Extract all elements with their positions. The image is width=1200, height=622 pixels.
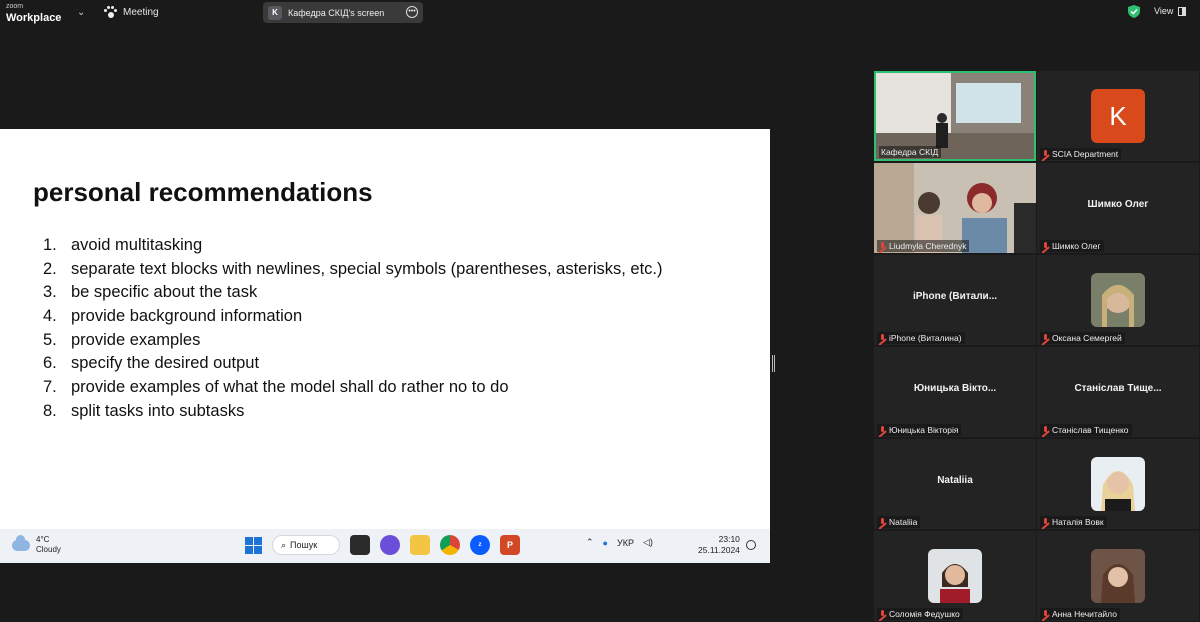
speaker-icon[interactable]: ◁) [643, 537, 653, 548]
mic-muted-icon [1042, 149, 1049, 159]
mic-muted-icon [879, 241, 886, 251]
participant-tile[interactable]: Станіслав Тище... Станіслав Тищенко [1037, 347, 1199, 437]
zoom-workplace-logo[interactable]: zoom Workplace [6, 2, 62, 24]
mic-muted-icon [1042, 609, 1049, 619]
participant-name-label: Наталія Вовк [1040, 516, 1107, 528]
participant-name-label: Шимко Олег [1040, 240, 1104, 252]
windows-start-icon[interactable] [245, 536, 262, 554]
list-item: 3. be specific about the task [43, 283, 258, 302]
participant-name-label: Кафедра СКІД [879, 146, 942, 158]
participant-tile[interactable]: Юницька Вікто... Юницька Вікторія [874, 347, 1036, 437]
meeting-label: Meeting [123, 7, 159, 18]
slide-title: personal recommendations [33, 177, 373, 207]
participant-display-name: Станіслав Тище... [1074, 383, 1162, 394]
mic-muted-icon [879, 517, 886, 527]
cloud-icon [12, 534, 30, 551]
clock[interactable]: 23:10 25.11.2024 [698, 534, 740, 556]
mic-muted-icon [879, 425, 886, 435]
participant-name-label: Оксана Семергей [1040, 332, 1125, 344]
list-item: 7. provide examples of what the model sha… [43, 378, 509, 397]
taskbar-apps: ⌕ Пошук z P [245, 535, 520, 555]
weather-widget[interactable]: 4°C Cloudy [12, 534, 61, 555]
participant-display-name: Шимко Олег [1087, 199, 1149, 210]
participant-tile[interactable]: Liudmyla Cherednyk [874, 163, 1036, 253]
time: 23:10 [718, 534, 740, 544]
file-explorer-icon[interactable] [410, 535, 430, 555]
search-icon: ⌕ [281, 539, 287, 550]
list-item: 5. provide examples [43, 330, 201, 349]
view-button[interactable]: View [1154, 6, 1187, 16]
participant-display-name: Юницька Вікто... [913, 383, 997, 394]
mic-muted-icon [1042, 241, 1049, 251]
zoom-icon[interactable]: z [470, 535, 490, 555]
avatar [1091, 457, 1145, 511]
avatar: K [1091, 89, 1145, 143]
mic-muted-icon [879, 333, 886, 343]
layout-icon [1178, 6, 1187, 16]
list-item: 2. separate text blocks with newlines, sp… [43, 259, 663, 278]
list-item: 1. avoid multitasking [43, 236, 203, 254]
participant-tile[interactable]: Анна Нечитайло [1037, 531, 1199, 621]
participant-name-label: Nataliia [877, 516, 921, 528]
notification-icon[interactable] [746, 540, 756, 550]
search-label: Пошук [290, 540, 318, 550]
chrome-icon[interactable] [440, 535, 460, 555]
list-item: 6. specify the desired output [43, 354, 260, 373]
meeting-info-button[interactable]: Meeting [104, 6, 159, 19]
list-item: 4. provide background information [43, 307, 303, 326]
chevron-down-icon[interactable]: ⌄ [77, 7, 85, 18]
participant-tile[interactable]: Кафедра СКІД [874, 71, 1036, 161]
share-avatar: K [268, 5, 282, 20]
mic-muted-icon [1042, 425, 1049, 435]
mic-muted-icon [1042, 517, 1049, 527]
participant-tile[interactable]: Шимко Олег Шимко Олег [1037, 163, 1199, 253]
more-options-icon[interactable]: ••• [406, 6, 418, 18]
panel-resize-handle[interactable] [772, 355, 775, 372]
weather-condition: Cloudy [36, 545, 61, 554]
date: 25.11.2024 [698, 545, 740, 555]
participant-name-label: Liudmyla Cherednyk [877, 240, 970, 252]
participant-tile[interactable]: K SCIA Department [1037, 71, 1199, 161]
temperature: 4°C [36, 535, 50, 544]
brand-big: Workplace [6, 12, 62, 24]
system-tray: ⌃ ● УКР ◁) [586, 537, 653, 548]
view-label: View [1154, 6, 1174, 16]
chevron-up-icon[interactable]: ⌃ [586, 537, 594, 548]
taskbar-search[interactable]: ⌕ Пошук [272, 535, 340, 555]
participant-display-name: iPhone (Витали... [912, 291, 998, 302]
brand-small: zoom [6, 3, 24, 10]
participant-tile[interactable]: Nataliia Nataliia [874, 439, 1036, 529]
mic-muted-icon [879, 609, 886, 619]
shield-check-icon[interactable] [1128, 5, 1140, 18]
language-indicator[interactable]: УКР [617, 538, 634, 548]
participant-tile[interactable]: Соломія Федушко [874, 531, 1036, 621]
participant-display-name: Nataliia [937, 475, 973, 486]
chat-icon[interactable] [380, 535, 400, 555]
task-view-icon[interactable] [350, 535, 370, 555]
participant-name-label: Анна Нечитайло [1040, 608, 1120, 620]
participant-name-label: Соломія Федушко [877, 608, 963, 620]
share-label: Кафедра СКІД's screen [288, 7, 385, 18]
shared-taskbar: 4°C Cloudy ⌕ Пошук z P ⌃ ● УКР ◁) 23:10 … [0, 529, 770, 563]
recommendations-list: 1. avoid multitasking 2. separate text blo… [33, 236, 663, 426]
microphone-icon[interactable]: ● [603, 538, 608, 548]
participant-name-label: iPhone (Виталина) [877, 332, 965, 344]
participant-name-label: Юницька Вікторія [877, 424, 962, 436]
participant-tile[interactable]: iPhone (Витали... iPhone (Виталина) [874, 255, 1036, 345]
list-item: 8. split tasks into subtasks [43, 401, 245, 420]
participant-tile[interactable]: Оксана Семергей [1037, 255, 1199, 345]
participant-tile[interactable]: Наталія Вовк [1037, 439, 1199, 529]
paw-icon [104, 6, 117, 19]
mic-muted-icon [1042, 333, 1049, 343]
meeting-top-bar: zoom Workplace ⌄ Meeting K Кафедра СКІД'… [0, 0, 1200, 27]
participant-name-label: SCIA Department [1040, 148, 1122, 160]
powerpoint-icon[interactable]: P [500, 535, 520, 555]
avatar [1091, 273, 1145, 327]
shared-slide: personal recommendations 1. avoid multita… [0, 129, 770, 529]
participant-name-label: Станіслав Тищенко [1040, 424, 1132, 436]
avatar [928, 549, 982, 603]
screen-share-indicator[interactable]: K Кафедра СКІД's screen ••• [263, 2, 423, 23]
avatar [1091, 549, 1145, 603]
